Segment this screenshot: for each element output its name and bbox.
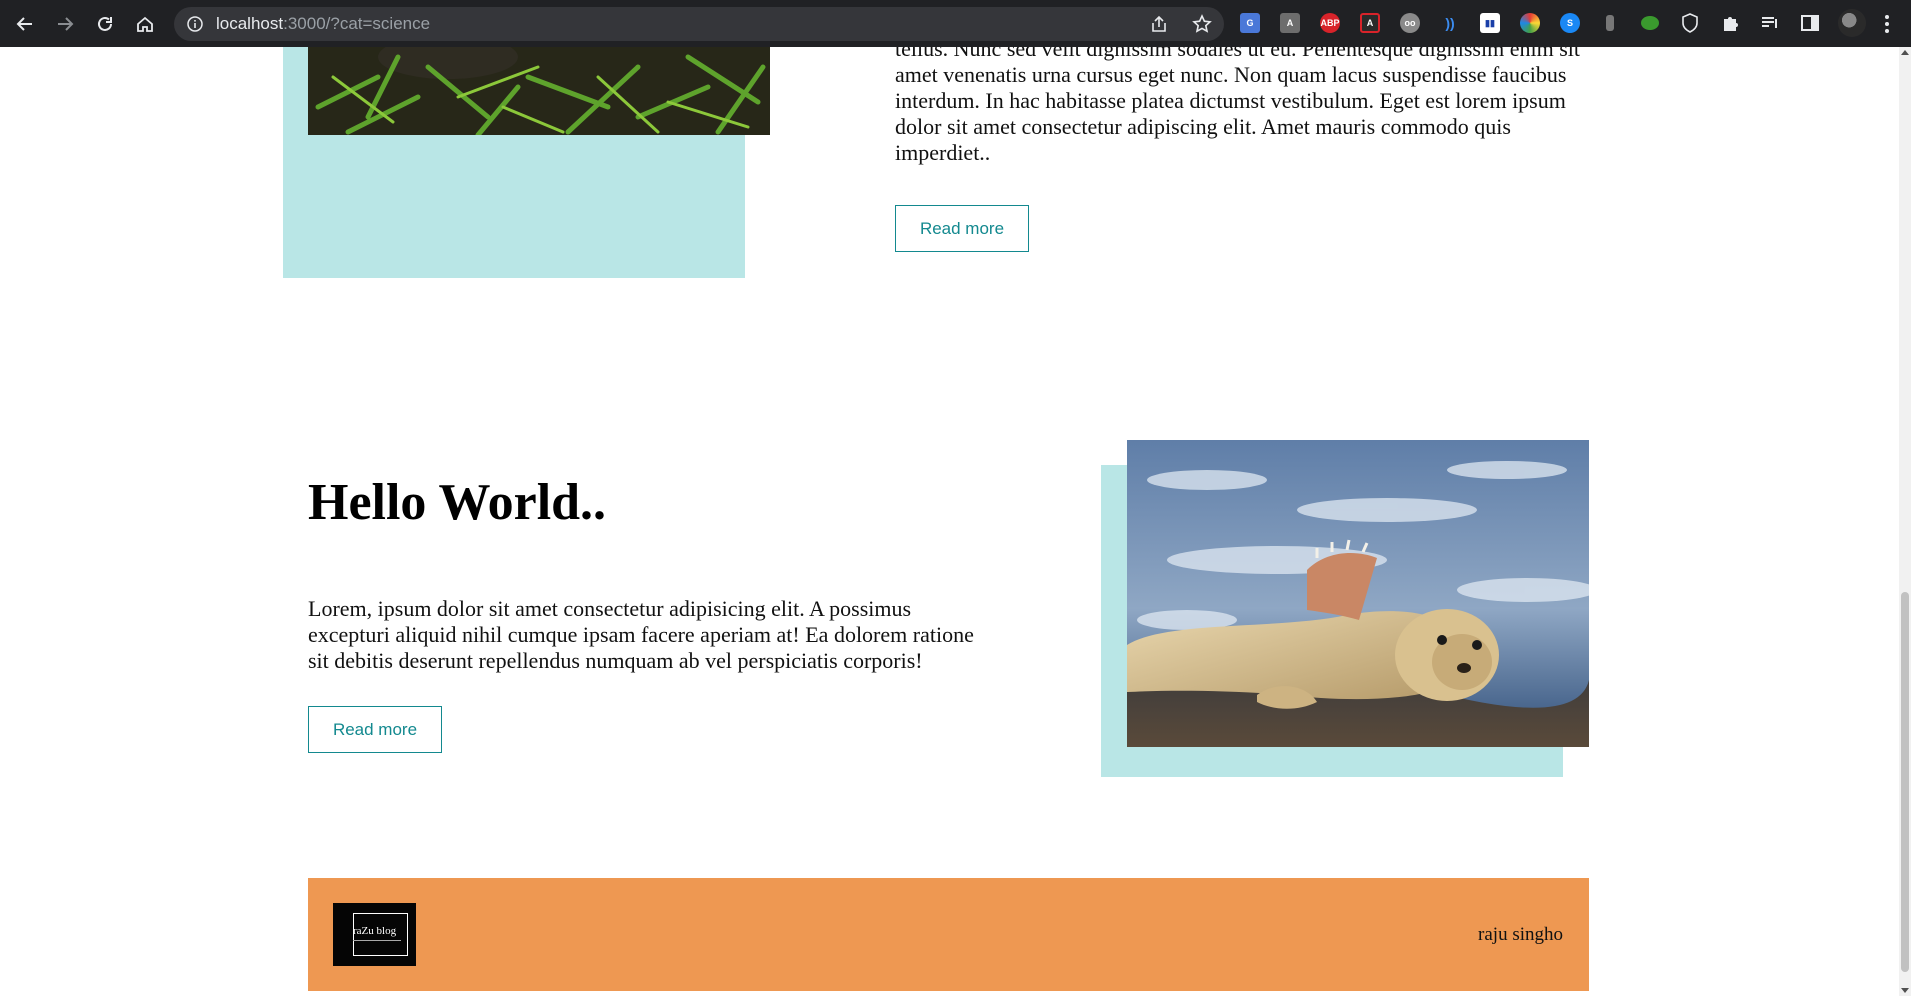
bottle-icon[interactable]: [1600, 13, 1620, 33]
post-title[interactable]: Hello World..: [308, 474, 606, 531]
post-excerpt: tellus. Nunc sed velit dignissim sodales…: [895, 47, 1580, 165]
browser-toolbar: localhost:3000/?cat=science G A ABP A oo…: [0, 0, 1911, 47]
footer-author: raju singho: [1478, 924, 1563, 945]
page-viewport: tellus. Nunc sed velit dignissim sodales…: [0, 47, 1899, 996]
arrow-right-icon: [58, 17, 74, 31]
page-scrollbar[interactable]: [1899, 47, 1911, 996]
reload-icon: [98, 16, 112, 31]
spy-glasses-icon[interactable]: oo: [1400, 13, 1420, 33]
a-text-icon[interactable]: A: [1280, 13, 1300, 33]
read-more-button[interactable]: Read more: [895, 205, 1029, 252]
site-footer: raZu blog raju singho: [308, 878, 1589, 991]
url-text[interactable]: localhost:3000/?cat=science: [216, 14, 430, 34]
side-panel-icon[interactable]: [1800, 13, 1820, 33]
home-icon: [137, 16, 153, 32]
arrow-left-icon: [16, 17, 32, 31]
reading-list-icon[interactable]: [1760, 13, 1780, 33]
seal-on-beach-image: [1127, 440, 1589, 747]
shield-icon[interactable]: [1680, 13, 1700, 33]
reload-button[interactable]: [90, 9, 120, 39]
more-menu-icon[interactable]: [1882, 13, 1892, 35]
forward-button[interactable]: [50, 9, 80, 39]
tree-icon[interactable]: [1640, 13, 1660, 33]
url-host: localhost: [216, 14, 284, 33]
share-icon[interactable]: [1149, 14, 1169, 34]
bamboo-leaves-image: [308, 47, 770, 135]
logo-text: raZu blog: [353, 925, 397, 937]
scroll-up-arrow[interactable]: [1901, 50, 1909, 55]
scrollbar-thumb[interactable]: [1901, 592, 1909, 972]
scroll-down-arrow[interactable]: [1901, 988, 1909, 993]
site-logo[interactable]: raZu blog: [333, 903, 416, 966]
post-image-bamboo: [308, 47, 770, 135]
shazam-icon[interactable]: S: [1560, 13, 1580, 33]
read-more-button[interactable]: Read more: [308, 706, 442, 753]
url-path: :3000/?cat=science: [283, 14, 431, 33]
back-button[interactable]: [10, 9, 40, 39]
puzzle-icon[interactable]: [1720, 13, 1740, 33]
google-translate-icon[interactable]: G: [1240, 13, 1260, 33]
logo-tagline: [353, 940, 401, 944]
post-excerpt: Lorem, ipsum dolor sit amet consectetur …: [308, 596, 974, 673]
adblock-plus-icon[interactable]: ABP: [1320, 13, 1340, 33]
profile-avatar[interactable]: [1838, 9, 1866, 37]
color-wheel-icon[interactable]: [1520, 13, 1540, 33]
waves-icon[interactable]: )): [1440, 13, 1460, 33]
home-button[interactable]: [130, 9, 160, 39]
site-info-icon[interactable]: [186, 15, 204, 33]
address-bar[interactable]: localhost:3000/?cat=science: [174, 7, 1224, 41]
bookmark-star-icon[interactable]: [1192, 14, 1212, 34]
flag-icon[interactable]: ▮▮: [1480, 13, 1500, 33]
adobe-pdf-icon[interactable]: A: [1360, 13, 1380, 33]
post-image-seal: [1127, 440, 1589, 747]
